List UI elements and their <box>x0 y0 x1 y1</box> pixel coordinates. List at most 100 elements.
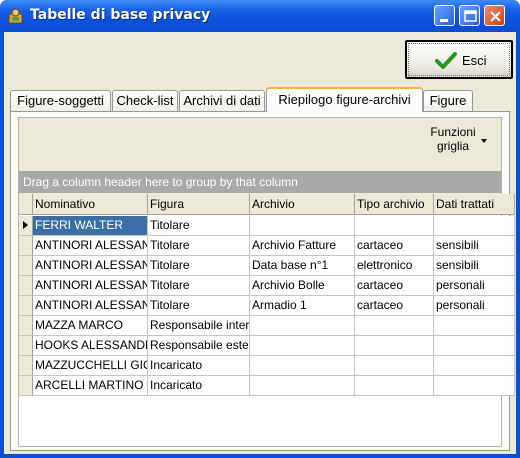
cell-nominativo[interactable]: ANTINORI ALESSANDRO <box>33 276 148 296</box>
cell-figura[interactable]: Incaricato <box>148 376 250 396</box>
cell-dati-trattati[interactable]: personali <box>434 296 515 316</box>
cell-dati-trattati[interactable]: personali <box>434 276 515 296</box>
cell-dati-trattati[interactable] <box>434 376 515 396</box>
maximize-button[interactable] <box>459 5 480 26</box>
minimize-button[interactable] <box>434 5 455 26</box>
cell-archivio[interactable]: Archivio Fatture <box>250 236 355 256</box>
close-icon <box>490 11 501 22</box>
cell-nominativo[interactable]: ANTINORI ALESSANDRO <box>33 256 148 276</box>
cell-dati-trattati[interactable]: sensibili <box>434 256 515 276</box>
cell-tipo-archivio[interactable]: cartaceo <box>355 236 434 256</box>
cell-nominativo[interactable]: ANTINORI ALESSANDRO <box>33 236 148 256</box>
cell-figura[interactable]: Titolare <box>148 256 250 276</box>
cell-nominativo[interactable]: ARCELLI MARTINO <box>33 376 148 396</box>
tab-figure[interactable]: Figure <box>423 90 473 111</box>
close-button[interactable] <box>484 5 505 26</box>
cell-archivio[interactable] <box>250 376 355 396</box>
client-area: Esci Figure-soggetti Check-list Archivi … <box>4 32 516 454</box>
app-window: Tabelle di base privacy Esci Figure-sogg… <box>0 0 520 458</box>
cell-archivio[interactable]: Archivio Bolle <box>250 276 355 296</box>
cell-nominativo[interactable]: MAZZA MARCO <box>33 316 148 336</box>
cell-dati-trattati[interactable] <box>434 336 515 356</box>
cell-nominativo[interactable]: ANTINORI ALESSANDRO <box>33 296 148 316</box>
cell-figura[interactable]: Titolare <box>148 276 250 296</box>
cell-figura[interactable]: Titolare <box>148 296 250 316</box>
table-row[interactable]: MAZZA MARCOResponsabile interno <box>19 316 515 336</box>
tab-riepilogo-figure-archivi[interactable]: Riepilogo figure-archivi <box>266 87 423 112</box>
column-header-nominativo[interactable]: Nominativo <box>33 194 148 215</box>
row-indicator-cell[interactable] <box>19 276 33 296</box>
empty-grid-area <box>19 416 501 435</box>
cell-tipo-archivio[interactable] <box>355 216 434 236</box>
cell-tipo-archivio[interactable] <box>355 376 434 396</box>
data-grid: Funzioni griglia Drag a column header he… <box>18 117 515 447</box>
cell-dati-trattati[interactable] <box>434 216 515 236</box>
grid-functions-button[interactable]: Funzioni griglia <box>427 125 487 155</box>
cell-nominativo[interactable]: HOOKS ALESSANDRO <box>33 336 148 356</box>
column-header-archivio[interactable]: Archivio <box>250 194 355 215</box>
row-indicator-cell[interactable] <box>19 336 33 356</box>
table-row[interactable]: HOOKS ALESSANDROResponsabile esterno <box>19 336 515 356</box>
group-by-panel[interactable]: Drag a column header here to group by th… <box>19 171 501 193</box>
table-row[interactable]: ARCELLI MARTINO Incaricato <box>19 376 515 396</box>
cell-tipo-archivio[interactable]: elettronico <box>355 256 434 276</box>
row-indicator-cell[interactable] <box>19 216 33 236</box>
cell-archivio[interactable]: Data base n°1 <box>250 256 355 276</box>
cell-archivio[interactable]: Armadio 1 <box>250 296 355 316</box>
row-indicator-cell[interactable] <box>19 296 33 316</box>
row-indicator-cell[interactable] <box>19 376 33 396</box>
title-bar[interactable]: Tabelle di base privacy <box>0 0 520 32</box>
tab-archivi-di-dati[interactable]: Archivi di dati <box>179 90 265 111</box>
cell-archivio[interactable] <box>250 356 355 376</box>
cell-tipo-archivio[interactable]: cartaceo <box>355 276 434 296</box>
cell-tipo-archivio[interactable] <box>355 356 434 376</box>
cell-figura[interactable]: Responsabile esterno <box>148 336 250 356</box>
minimize-icon <box>440 19 448 22</box>
table-row[interactable]: ANTINORI ALESSANDROTitolareArchivio Fatt… <box>19 236 515 256</box>
window-title: Tabelle di base privacy <box>30 7 211 23</box>
table-row[interactable]: ANTINORI ALESSANDROTitolareArchivio Boll… <box>19 276 515 296</box>
row-indicator-cell[interactable] <box>19 356 33 376</box>
tab-strip: Figure-soggetti Check-list Archivi di da… <box>10 87 510 112</box>
grid-functions-label-1: Funzioni <box>430 125 476 139</box>
cell-nominativo[interactable]: MAZZUCCHELLI GIOVANNI <box>33 356 148 376</box>
cell-tipo-archivio[interactable] <box>355 336 434 356</box>
cell-figura[interactable]: Titolare <box>148 216 250 236</box>
checkmark-icon <box>435 52 457 69</box>
tab-figure-soggetti[interactable]: Figure-soggetti <box>10 90 111 111</box>
cell-dati-trattati[interactable] <box>434 316 515 336</box>
tab-check-list[interactable]: Check-list <box>112 90 178 111</box>
cell-figura[interactable]: Responsabile interno <box>148 316 250 336</box>
row-indicator-cell[interactable] <box>19 316 33 336</box>
table-row[interactable]: MAZZUCCHELLI GIOVANNIIncaricato <box>19 356 515 376</box>
row-indicator-cell[interactable] <box>19 256 33 276</box>
table-row[interactable]: ANTINORI ALESSANDROTitolareData base n°1… <box>19 256 515 276</box>
cell-archivio[interactable] <box>250 336 355 356</box>
cell-nominativo[interactable]: FERRI WALTER <box>33 216 148 236</box>
tab-panel: Funzioni griglia Drag a column header he… <box>10 111 515 451</box>
column-header-tipo-archivio[interactable]: Tipo archivio <box>355 194 434 215</box>
cell-archivio[interactable] <box>250 216 355 236</box>
empty-grid-area <box>19 396 501 415</box>
cell-archivio[interactable] <box>250 316 355 336</box>
exit-button[interactable]: Esci <box>405 40 513 79</box>
column-header-figura[interactable]: Figura <box>148 194 250 215</box>
cell-tipo-archivio[interactable] <box>355 316 434 336</box>
header-row: Nominativo Figura Archivio Tipo archivio… <box>19 194 515 215</box>
current-row-pointer-icon <box>23 221 28 229</box>
cell-figura[interactable]: Incaricato <box>148 356 250 376</box>
cell-dati-trattati[interactable]: sensibili <box>434 236 515 256</box>
cell-dati-trattati[interactable] <box>434 356 515 376</box>
header-indicator-cell <box>19 194 33 215</box>
cell-figura[interactable]: Titolare <box>148 236 250 256</box>
row-indicator-cell[interactable] <box>19 236 33 256</box>
maximize-icon <box>464 10 477 22</box>
grid-table: Nominativo Figura Archivio Tipo archivio… <box>19 194 515 446</box>
column-header-dati-trattati[interactable]: Dati trattati <box>434 194 515 215</box>
table-row[interactable]: ANTINORI ALESSANDROTitolareArmadio 1cart… <box>19 296 515 316</box>
focus-rect <box>408 43 510 76</box>
table-row[interactable]: FERRI WALTER Titolare <box>19 216 515 236</box>
cell-tipo-archivio[interactable]: cartaceo <box>355 296 434 316</box>
exit-button-label: Esci <box>462 53 487 68</box>
app-icon <box>8 8 23 24</box>
